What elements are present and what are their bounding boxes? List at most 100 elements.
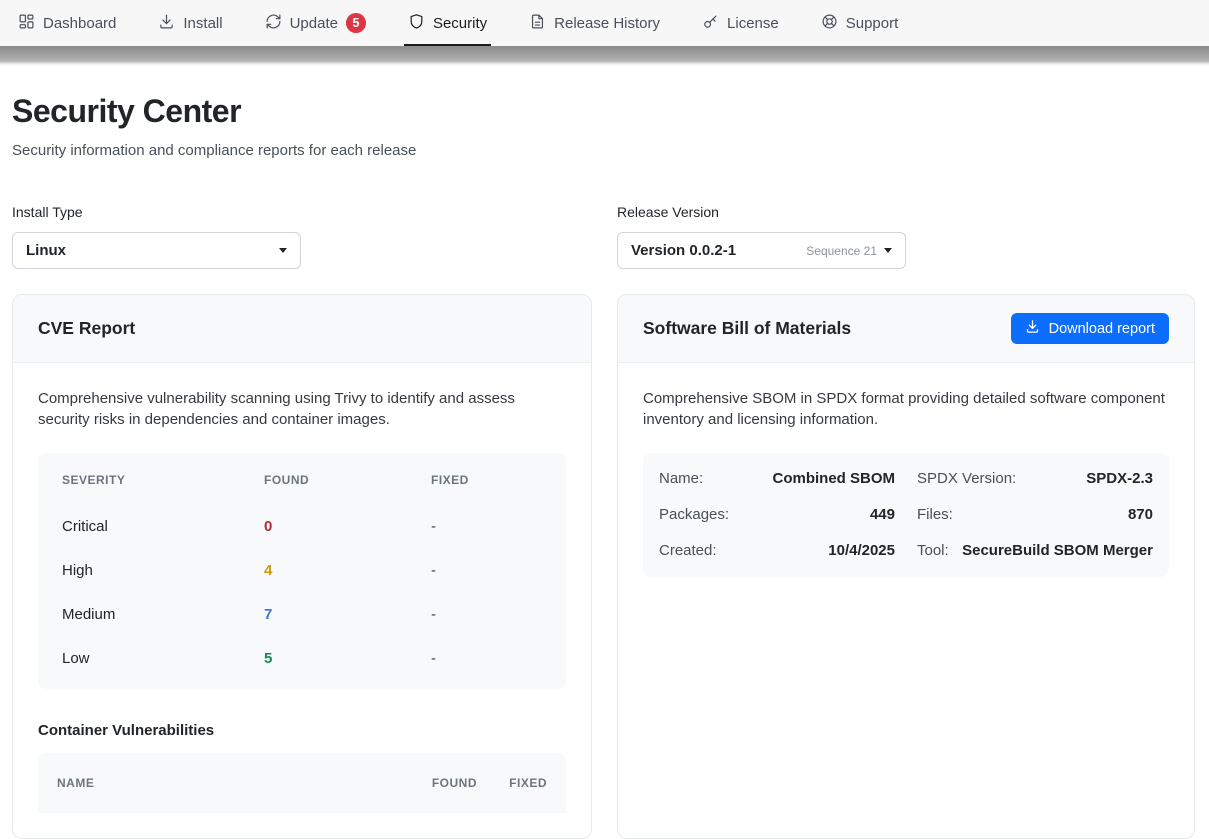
detail-label: Packages: [659,506,729,523]
nav-item-license[interactable]: License [702,0,779,46]
sbom-body: Comprehensive SBOM in SPDX format provid… [618,363,1194,838]
sbom-detail-created: Created: 10/4/2025 [659,533,895,569]
release-version-filter: Release Version Version 0.0.2-1 Sequence… [617,204,1195,269]
detail-value: Combined SBOM [715,470,895,487]
window-divider-band [0,46,1209,66]
fixed-count: - [431,518,542,535]
sbom-title: Software Bill of Materials [643,318,851,339]
life-buoy-icon [821,13,838,34]
detail-label: Created: [659,542,717,559]
severity-label: High [62,562,264,579]
sbom-detail-spdx-version: SPDX Version: SPDX-2.3 [917,461,1153,497]
column-header: NAME [57,776,397,790]
report-cards-row: CVE Report Comprehensive vulnerability s… [12,294,1195,839]
nav-label: Support [846,15,899,32]
detail-value: SPDX-2.3 [1028,470,1153,487]
download-report-button[interactable]: Download report [1011,313,1169,344]
severity-label: Medium [62,606,264,623]
download-icon [1025,319,1040,338]
severity-row-medium: Medium 7 - [62,593,542,637]
nav-label: Update [290,15,338,32]
cve-report-title: CVE Report [38,318,135,339]
severity-table: SEVERITY FOUND FIXED Critical 0 - High 4… [38,453,566,689]
detail-value: 449 [741,506,895,523]
sbom-detail-tool: Tool: SecureBuild SBOM Merger [917,533,1153,569]
nav-label: Release History [554,15,660,32]
sbom-detail-name: Name: Combined SBOM [659,461,895,497]
column-header: FIXED [477,776,547,790]
page-title: Security Center [12,93,1195,130]
found-count: 5 [264,650,431,667]
column-header: FOUND [264,473,431,487]
install-type-filter: Install Type Linux [12,204,592,269]
update-count-badge: 5 [346,13,366,33]
page-subtitle: Security information and compliance repo… [12,142,1195,159]
nav-item-dashboard[interactable]: Dashboard [18,0,116,46]
release-version-select[interactable]: Version 0.0.2-1 Sequence 21 [617,232,906,269]
fixed-count: - [431,650,542,667]
key-icon [702,13,719,34]
detail-label: SPDX Version: [917,470,1016,487]
sbom-detail-packages: Packages: 449 [659,497,895,533]
detail-value: 870 [965,506,1153,523]
nav-item-update[interactable]: Update 5 [265,0,366,46]
active-tab-underline [404,44,491,47]
container-vulnerabilities-header: NAME FOUND FIXED [38,753,566,813]
nav-label: Security [433,15,487,32]
install-type-value: Linux [26,242,66,259]
column-header: FIXED [431,473,542,487]
release-version-value: Version 0.0.2-1 [631,242,736,259]
release-version-label: Release Version [617,204,1195,220]
nav-label: Install [183,15,222,32]
fixed-count: - [431,606,542,623]
dashboard-grid-icon [18,13,35,34]
shield-icon [408,13,425,34]
detail-label: Files: [917,506,953,523]
detail-label: Tool: [917,542,949,559]
filters-row: Install Type Linux Release Version Versi… [12,204,1195,269]
nav-item-install[interactable]: Install [158,0,222,46]
detail-value: 10/4/2025 [729,542,895,559]
severity-row-low: Low 5 - [62,637,542,681]
sbom-description: Comprehensive SBOM in SPDX format provid… [643,388,1169,431]
sbom-card: Software Bill of Materials Download repo… [617,294,1195,839]
file-text-icon [529,13,546,34]
sbom-details-grid: Name: Combined SBOM SPDX Version: SPDX-2… [643,453,1169,577]
install-type-label: Install Type [12,204,592,220]
chevron-down-icon [884,248,892,253]
container-vulnerabilities-title: Container Vulnerabilities [38,722,566,739]
cve-report-card: CVE Report Comprehensive vulnerability s… [12,294,592,839]
install-type-select[interactable]: Linux [12,232,301,269]
severity-row-high: High 4 - [62,549,542,593]
column-header: SEVERITY [62,473,264,487]
cve-report-description: Comprehensive vulnerability scanning usi… [38,388,566,431]
found-count: 7 [264,606,431,623]
chevron-down-icon [279,248,287,253]
nav-label: License [727,15,779,32]
detail-label: Name: [659,470,703,487]
sequence-label: Sequence 21 [806,244,877,258]
severity-label: Critical [62,518,264,535]
main-content: Security Center Security information and… [0,93,1209,839]
refresh-icon [265,13,282,34]
column-header: FOUND [397,776,477,790]
severity-table-header: SEVERITY FOUND FIXED [62,455,542,505]
found-count: 4 [264,562,431,579]
fixed-count: - [431,562,542,579]
release-version-sequence: Sequence 21 [806,244,892,258]
nav-label: Dashboard [43,15,116,32]
nav-item-release-history[interactable]: Release History [529,0,660,46]
download-report-label: Download report [1049,321,1155,337]
sbom-header: Software Bill of Materials Download repo… [618,295,1194,363]
sbom-detail-files: Files: 870 [917,497,1153,533]
detail-value: SecureBuild SBOM Merger [961,542,1153,559]
top-navigation: Dashboard Install Update 5 Security Rele… [0,0,1209,46]
cve-report-body: Comprehensive vulnerability scanning usi… [13,363,591,838]
download-icon [158,13,175,34]
found-count: 0 [264,518,431,535]
cve-report-header: CVE Report [13,295,591,363]
severity-row-critical: Critical 0 - [62,505,542,549]
severity-label: Low [62,650,264,667]
nav-item-support[interactable]: Support [821,0,899,46]
nav-item-security[interactable]: Security [408,0,487,46]
